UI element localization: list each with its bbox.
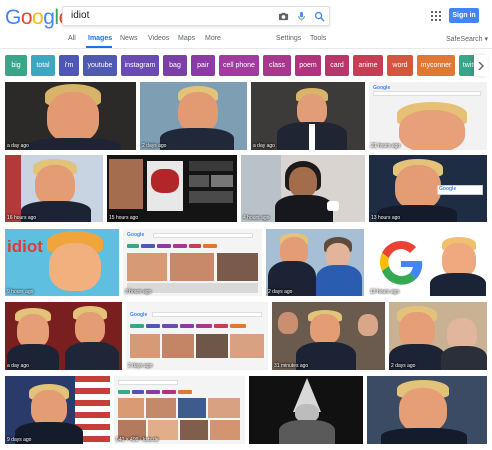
search-query[interactable]: idiot bbox=[71, 10, 89, 21]
chip-word[interactable]: word bbox=[387, 55, 413, 76]
chip-big[interactable]: big bbox=[5, 55, 27, 76]
sign-in-button[interactable]: Sign in bbox=[449, 8, 479, 23]
chip-poem[interactable]: poem bbox=[295, 55, 321, 76]
search-icon[interactable] bbox=[314, 11, 325, 22]
tab-videos[interactable]: Videos bbox=[148, 35, 169, 42]
chip-anime[interactable]: anime bbox=[353, 55, 383, 76]
image-caption: 2 days ago bbox=[391, 363, 416, 369]
tab-images[interactable]: Images bbox=[88, 35, 112, 42]
logo-letter: g bbox=[43, 6, 55, 29]
safesearch-toggle[interactable]: SafeSearch ▾ bbox=[446, 35, 488, 43]
image-caption: 2 days ago bbox=[268, 289, 293, 295]
header: Google idiot bbox=[0, 0, 492, 50]
image-caption: a day ago bbox=[253, 143, 275, 149]
image-caption: 2 days ago bbox=[128, 363, 153, 369]
tab-tools[interactable]: Tools bbox=[310, 35, 326, 42]
mini-google-logo: Google bbox=[439, 186, 457, 192]
image-caption: 9 days ago bbox=[7, 437, 32, 443]
related-search-chips: big total i'm youtube instagram bag pair… bbox=[0, 53, 492, 79]
image-caption: 9 hours ago bbox=[7, 289, 34, 295]
camera-icon[interactable] bbox=[278, 11, 289, 22]
image-result[interactable]: 31 minutes ago bbox=[272, 302, 385, 370]
search-icons bbox=[278, 9, 325, 24]
chip-bag[interactable]: bag bbox=[163, 55, 187, 76]
mini-google-logo: Google bbox=[127, 232, 145, 238]
tab-news[interactable]: News bbox=[120, 35, 138, 42]
tab-all[interactable]: All bbox=[68, 35, 76, 42]
header-divider bbox=[0, 48, 492, 49]
image-result[interactable]: a day ago bbox=[5, 82, 136, 150]
idiot-banner-text: idiot bbox=[7, 237, 43, 256]
image-result[interactable]: 640 × 499 - ksts.de bbox=[114, 376, 245, 444]
tab-maps[interactable]: Maps bbox=[178, 35, 195, 42]
chip-instagram[interactable]: instagram bbox=[121, 55, 159, 76]
image-caption: 16 hours ago bbox=[7, 215, 37, 221]
mini-google-logo: Google bbox=[373, 85, 391, 91]
image-result[interactable]: 13 hours ago bbox=[368, 229, 487, 296]
image-result[interactable] bbox=[249, 376, 363, 444]
image-caption: 31 minutes ago bbox=[274, 363, 309, 369]
image-caption: 15 hours ago bbox=[109, 215, 139, 221]
google-g-logo bbox=[379, 240, 423, 285]
image-caption: 640 × 499 - ksts.de bbox=[116, 437, 159, 443]
logo-letter: G bbox=[5, 6, 21, 29]
image-result[interactable]: Google 21 hours ago bbox=[369, 82, 487, 150]
image-result[interactable]: 16 hours ago bbox=[5, 155, 103, 222]
image-caption: a day ago bbox=[7, 363, 29, 369]
chip-total[interactable]: total bbox=[31, 55, 55, 76]
chip-pair[interactable]: pair bbox=[191, 55, 215, 76]
image-caption: 4 hours ago bbox=[243, 215, 270, 221]
image-caption: 3 hours ago bbox=[125, 289, 152, 295]
image-result[interactable]: Google 13 hours ago bbox=[369, 155, 487, 222]
chip-youtube[interactable]: youtube bbox=[83, 55, 117, 76]
google-images-results-page: Google idiot bbox=[0, 0, 492, 450]
image-result[interactable]: 2 days ago bbox=[140, 82, 247, 150]
apps-grid-icon[interactable] bbox=[431, 11, 441, 21]
image-result[interactable] bbox=[367, 376, 487, 444]
google-logo[interactable]: Google bbox=[5, 6, 70, 30]
image-result[interactable]: idiot 9 hours ago bbox=[5, 229, 119, 296]
search-tabs: All Images News Videos Maps More Setting… bbox=[0, 33, 492, 48]
image-result[interactable]: Google 2 days ago bbox=[126, 302, 268, 370]
image-caption: a day ago bbox=[7, 143, 29, 149]
chip-myconner[interactable]: myconner bbox=[417, 55, 455, 76]
chip-card[interactable]: card bbox=[325, 55, 349, 76]
image-result[interactable]: Google 3 hours ago bbox=[123, 229, 262, 296]
image-result[interactable]: 2 days ago bbox=[389, 302, 487, 370]
logo-letter: o bbox=[32, 6, 44, 29]
image-caption: 21 hours ago bbox=[371, 143, 401, 149]
chip-cell-phone[interactable]: cell phone bbox=[219, 55, 259, 76]
chip-im[interactable]: i'm bbox=[59, 55, 79, 76]
mini-google-logo: Google bbox=[130, 312, 148, 318]
image-caption: 2 days ago bbox=[142, 143, 167, 149]
microphone-icon[interactable] bbox=[296, 11, 307, 22]
image-result[interactable]: 2 days ago bbox=[266, 229, 364, 296]
tab-settings[interactable]: Settings bbox=[276, 35, 301, 42]
search-input[interactable]: idiot bbox=[62, 6, 330, 26]
image-result[interactable]: a day ago bbox=[251, 82, 365, 150]
image-result[interactable]: a day ago bbox=[5, 302, 122, 370]
image-caption: 13 hours ago bbox=[370, 289, 400, 295]
image-result[interactable]: 4 hours ago bbox=[241, 155, 365, 222]
logo-letter: o bbox=[20, 6, 33, 29]
image-caption: 13 hours ago bbox=[371, 215, 401, 221]
chip-class[interactable]: class bbox=[263, 55, 291, 76]
chips-next-button[interactable] bbox=[474, 55, 488, 76]
tab-more[interactable]: More bbox=[205, 35, 221, 42]
chevron-right-icon bbox=[478, 61, 484, 70]
image-result[interactable]: 15 hours ago bbox=[107, 155, 237, 222]
image-result[interactable]: 9 days ago bbox=[5, 376, 110, 444]
